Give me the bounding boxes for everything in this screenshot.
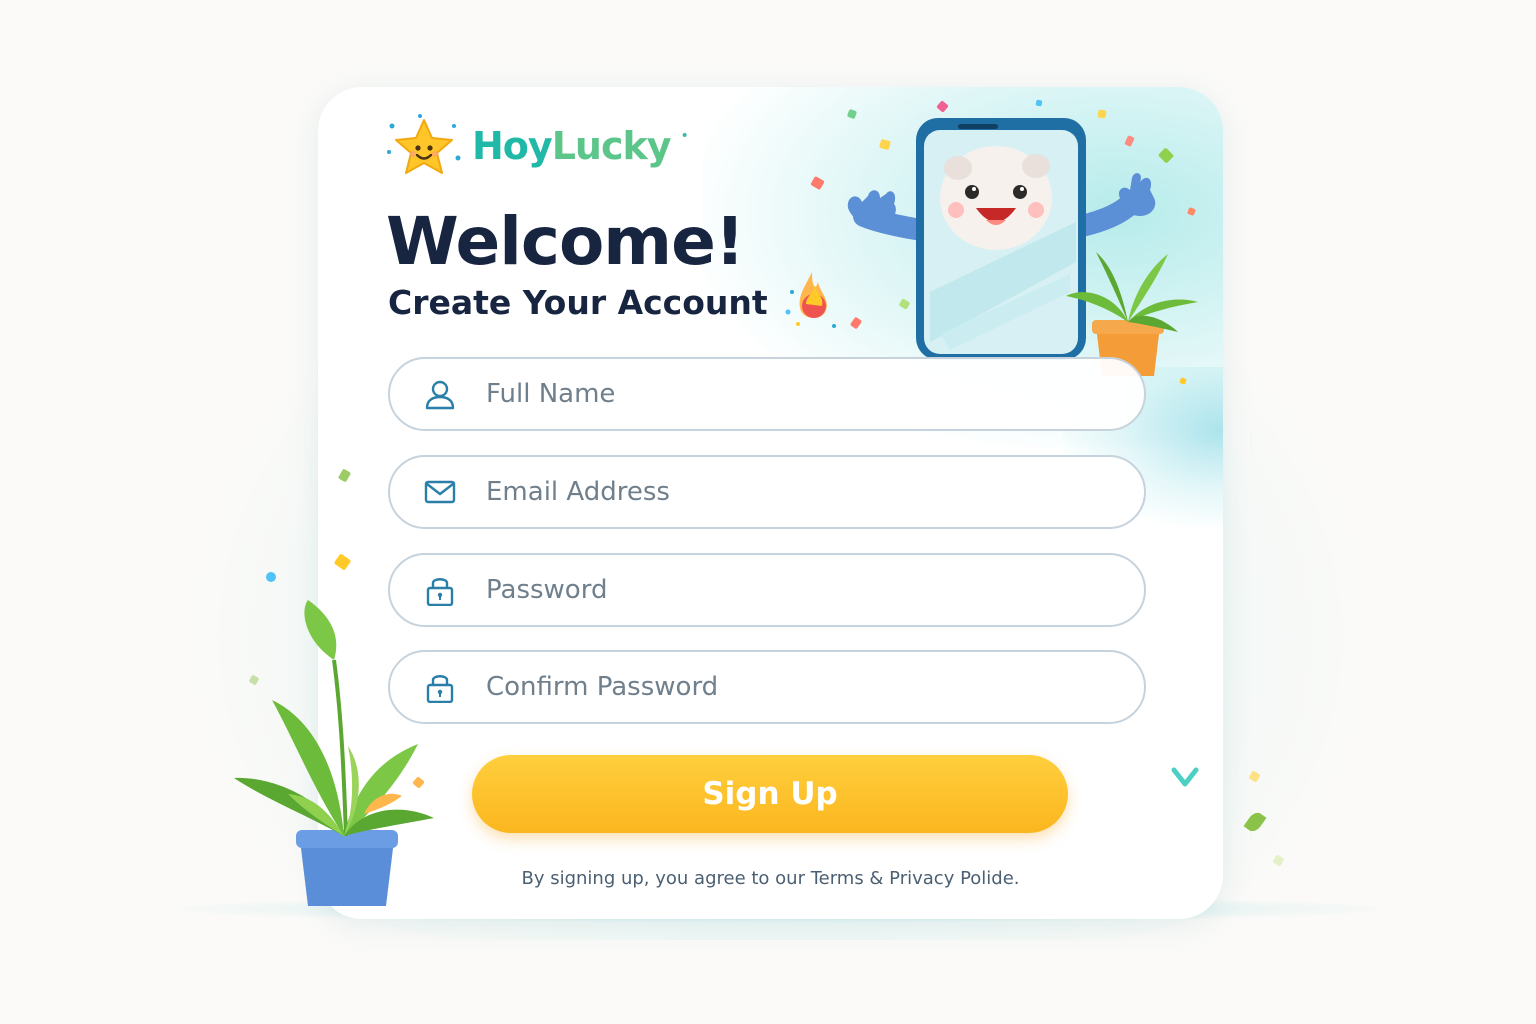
terms-text: By signing up, you agree to our Terms & … xyxy=(521,868,1020,889)
brand-name-part2: Lucky xyxy=(551,124,672,168)
lock-icon xyxy=(426,578,454,606)
confirm-password-input[interactable] xyxy=(486,672,1086,702)
heart-icon xyxy=(1171,767,1199,787)
confirm-password-field[interactable] xyxy=(388,650,1146,724)
sign-up-button[interactable]: Sign Up xyxy=(472,755,1068,833)
brand-name-part1: Hoy xyxy=(472,124,553,168)
mail-icon xyxy=(424,480,456,504)
confetti xyxy=(1035,99,1043,107)
brand-name: HoyLucky xyxy=(472,124,672,168)
email-input[interactable] xyxy=(486,477,1086,507)
signup-page: HoyLucky • Welcome! Create Your Account xyxy=(0,0,1536,1024)
user-icon xyxy=(425,380,455,410)
star-mascot-icon xyxy=(387,114,461,174)
flame-sparkle-icon xyxy=(785,272,836,328)
page-subtitle: Create Your Account xyxy=(388,283,768,322)
email-field[interactable] xyxy=(388,455,1146,529)
brand-mark: • xyxy=(680,128,689,144)
brand-logo[interactable]: HoyLucky • xyxy=(384,112,689,180)
lock-icon xyxy=(426,675,454,703)
confetti xyxy=(266,572,276,582)
full-name-field[interactable] xyxy=(388,357,1146,431)
password-field[interactable] xyxy=(388,553,1146,627)
page-title: Welcome! xyxy=(386,203,745,280)
password-input[interactable] xyxy=(486,575,1086,605)
full-name-input[interactable] xyxy=(486,379,1086,409)
